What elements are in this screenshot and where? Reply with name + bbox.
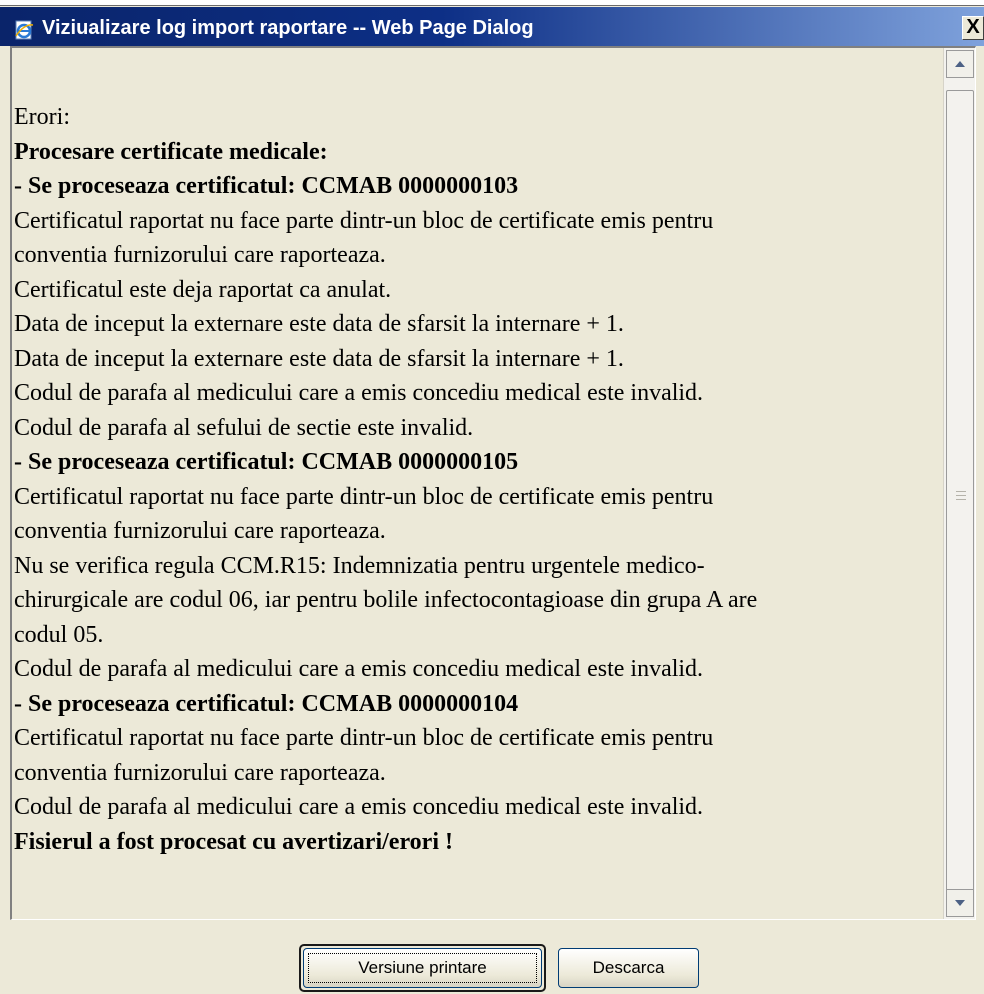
log-line: conventia furnizorului care raporteaza. xyxy=(14,759,386,786)
log-line: Certificatul raportat nu face parte dint… xyxy=(14,725,714,751)
top-edge xyxy=(0,0,984,6)
log-line: Certificatul este deja raportat ca anula… xyxy=(14,276,392,303)
log-heading-line: - Se proceseaza certificatul: CCMAB 0000… xyxy=(14,449,519,475)
log-line: Data de inceput la externare este data d… xyxy=(14,345,624,372)
log-line: Erori: xyxy=(14,104,70,130)
log-line: Data de inceput la externare este data d… xyxy=(14,311,624,337)
log-line: Codul de parafa al medicului care a emis… xyxy=(14,380,704,406)
window-title: Viziualizare log import raportare -- Web… xyxy=(42,17,534,39)
scrollbar-thumb[interactable] xyxy=(946,90,974,905)
log-panel: Erori: Procesare certificate medicale: - S… xyxy=(10,46,976,920)
dialog-window: Viziualizare log import raportare -- Web… xyxy=(0,0,984,994)
log-line: Certificatul raportat nu face parte dint… xyxy=(14,207,714,234)
vertical-scrollbar[interactable] xyxy=(943,48,975,919)
log-line: Certificatul raportat nu face parte dint… xyxy=(14,483,714,510)
scroll-down-arrow-icon xyxy=(955,900,965,906)
print-version-button[interactable]: Versiune printare xyxy=(303,948,542,988)
scroll-up-button[interactable] xyxy=(946,50,974,78)
log-line: codul 05. xyxy=(14,621,104,648)
log-heading-line: - Se proceseaza certificatul: CCMAB 0000… xyxy=(14,690,519,717)
log-heading-line: Procesare certificate medicale: xyxy=(14,138,328,165)
log-line: Codul de parafa al medicului care a emis… xyxy=(14,794,704,820)
log-text-area: Erori: Procesare certificate medicale: - S… xyxy=(12,48,947,919)
ie-page-icon xyxy=(13,19,35,41)
log-line: chirurgicale are codul 06, iar pentru bo… xyxy=(14,587,758,613)
log-heading-line: - Se proceseaza certificatul: CCMAB 0000… xyxy=(14,173,519,199)
log-line: Codul de parafa al sefului de sectie est… xyxy=(14,414,474,441)
button-bar: Versiune printare Descarca xyxy=(0,920,984,994)
log-heading-line: Fisierul a fost procesat cu avertizari/e… xyxy=(14,828,453,855)
scroll-down-button[interactable] xyxy=(946,889,974,917)
log-line: Nu se verifica regula CCM.R15: Indemniza… xyxy=(14,552,705,579)
log-line: conventia furnizorului care raporteaza. xyxy=(14,242,386,268)
scroll-up-arrow-icon xyxy=(955,61,965,67)
log-line: conventia furnizorului care raporteaza. xyxy=(14,518,386,544)
log-line: Codul de parafa al medicului care a emis… xyxy=(14,656,704,682)
close-button[interactable]: X xyxy=(962,16,984,40)
download-button[interactable]: Descarca xyxy=(558,948,699,988)
close-icon: X xyxy=(966,16,980,38)
title-bar[interactable]: Viziualizare log import raportare -- Web… xyxy=(0,7,984,46)
